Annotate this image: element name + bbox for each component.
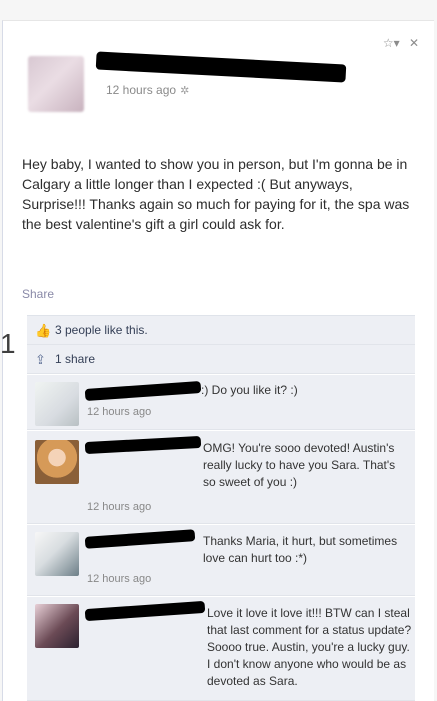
shares-row[interactable]: ⇪ 1 share [27,345,415,374]
comment-item: Thanks Maria, it hurt, but sometimes lov… [27,525,415,596]
shares-count[interactable]: 1 share [55,352,95,366]
post-text: Hey baby, I wanted to show you in person… [22,156,410,232]
comment-avatar[interactable] [35,440,79,484]
poster-avatar[interactable] [28,56,84,112]
comment-item: Love it love it love it!!! BTW can I ste… [27,597,415,701]
comment-time[interactable]: 12 hours ago [87,573,151,585]
likes-row[interactable]: 👍 3 people like this. [27,315,415,345]
redacted-commenter-name [84,600,206,622]
share-link[interactable]: Share [22,287,54,301]
side-label: 1 [0,328,16,359]
comment-avatar[interactable] [35,532,79,576]
post-controls: ☆▾ ✕ [377,36,419,50]
likes-count[interactable]: 3 people like this. [55,323,148,337]
comment-text: OMG! You're sooo devoted! Austin's reall… [203,441,396,489]
facebook-post-screenshot: ☆▾ ✕ 12 hours ago ✲ Hey baby, I wanted to… [0,0,437,701]
like-icon: 👍 [35,323,52,338]
close-icon[interactable]: ✕ [409,36,419,50]
privacy-icon[interactable]: ✲ [180,85,189,97]
redacted-commenter-name [84,380,202,402]
comment-time[interactable]: 12 hours ago [87,406,151,418]
redacted-commenter-name [84,529,196,549]
post-timestamp[interactable]: 12 hours ago [106,83,176,97]
comment-avatar[interactable] [35,382,79,426]
post-time: 12 hours ago ✲ [106,83,189,97]
comment-item: OMG! You're sooo devoted! Austin's reall… [27,431,415,524]
comment-text: Thanks Maria, it hurt, but sometimes lov… [203,534,398,565]
comment-avatar[interactable] [35,604,79,648]
comment-text: Love it love it love it!!! BTW can I ste… [207,606,412,688]
options-menu-icon[interactable]: ☆▾ [383,36,400,50]
comment-item: :) Do you like it? :) 12 hours ago [27,375,415,430]
comment-time[interactable]: 12 hours ago [87,501,151,513]
share-icon: ⇪ [35,352,46,367]
redacted-commenter-name [84,435,202,455]
comment-text: :) Do you like it? :) [201,383,298,397]
